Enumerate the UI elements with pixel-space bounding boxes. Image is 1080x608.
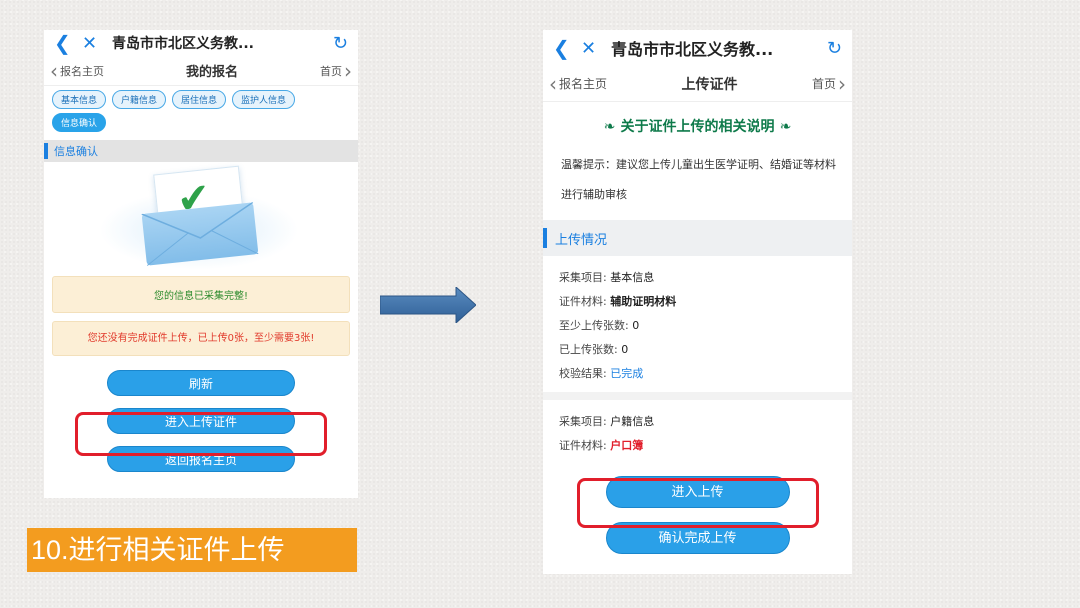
back-arrow-icon[interactable]: ❮ [54, 31, 82, 55]
tip-text: 温馨提示：建议您上传儿童出生医学证明、结婚证等材料进行辅助审核 [561, 158, 836, 201]
field-label: 证件材料: [559, 295, 607, 308]
leaf-left-icon: ❧ [603, 119, 616, 135]
nav-back-label: 报名主页 [60, 64, 104, 78]
field-value: 户籍信息 [610, 415, 655, 428]
field-label: 校验结果: [559, 367, 607, 380]
chevron-right-icon: › [343, 58, 352, 83]
nav-back-link[interactable]: ‹ 报名主页 [50, 61, 104, 81]
nav-home-link[interactable]: 首页 › [812, 74, 846, 94]
close-icon[interactable]: ✕ [581, 38, 611, 59]
refresh-icon[interactable]: ↻ [827, 38, 842, 59]
field-label: 至少上传张数: [559, 319, 629, 332]
field-label: 采集项目: [559, 271, 607, 284]
chevron-left-icon: ‹ [50, 58, 58, 83]
back-arrow-icon[interactable]: ❮ [553, 36, 581, 60]
success-notice: 您的信息已采集完整! [52, 276, 350, 313]
field-label: 采集项目: [559, 415, 607, 428]
tab-residence-info[interactable]: 居住信息 [172, 90, 227, 109]
tab-household-info[interactable]: 户籍信息 [112, 90, 167, 109]
section-marker [44, 143, 48, 159]
top-bar: ❮ ✕ 青岛市市北区义务教... ↻ [44, 30, 358, 56]
chevron-left-icon: ‹ [549, 71, 557, 96]
instructions-title: 关于证件上传的相关说明 [620, 119, 775, 135]
upload-item-basic: 采集项目: 基本信息 证件材料: 辅助证明材料 至少上传张数: 0 已上传张数:… [543, 256, 852, 392]
field-label: 证件材料: [559, 439, 607, 452]
divider [543, 392, 852, 400]
highlight-box-enter-upload [577, 478, 819, 528]
warning-notice: 您还没有完成证件上传，已上传0张，至少需要3张! [52, 321, 350, 356]
info-row: 证件材料: 辅助证明材料 [559, 290, 836, 314]
close-icon[interactable]: ✕ [82, 33, 112, 54]
upload-item-household: 采集项目: 户籍信息 证件材料: 户口簿 [543, 400, 852, 464]
upload-instructions-header: ❧ 关于证件上传的相关说明 ❧ [543, 116, 852, 142]
info-row: 证件材料: 户口簿 [559, 434, 836, 458]
section-title: 信息确认 [54, 145, 98, 158]
nav-home-link[interactable]: 首页 › [320, 61, 352, 81]
nav-bar: ‹ 报名主页 上传证件 首页 › [543, 66, 852, 102]
refresh-icon[interactable]: ↻ [333, 33, 348, 54]
tab-guardian-info[interactable]: 监护人信息 [232, 90, 296, 109]
top-bar: ❮ ✕ 青岛市市北区义务教... ↻ [543, 30, 852, 66]
step-caption: 10.进行相关证件上传 [27, 528, 357, 572]
nav-back-link[interactable]: ‹ 报名主页 [549, 74, 607, 94]
field-label: 已上传张数: [559, 343, 618, 356]
right-arrow-icon [380, 287, 476, 323]
page-title: 我的报名 [185, 65, 238, 80]
info-row: 采集项目: 基本信息 [559, 266, 836, 290]
tab-basic-info[interactable]: 基本信息 [52, 90, 107, 109]
info-row: 校验结果: 已完成 [559, 362, 836, 386]
section-header: 上传情况 [543, 220, 852, 256]
field-value: 辅助证明材料 [610, 295, 677, 308]
info-row: 采集项目: 户籍信息 [559, 410, 836, 434]
status-value: 已完成 [610, 367, 644, 380]
section-title: 上传情况 [555, 232, 608, 248]
step-tabs: 基本信息 户籍信息 居住信息 监护人信息 信息确认 [44, 86, 358, 134]
chevron-right-icon: › [838, 71, 846, 96]
window-title: 青岛市市北区义务教... [112, 36, 254, 52]
tab-info-confirm[interactable]: 信息确认 [52, 113, 107, 132]
nav-back-label: 报名主页 [559, 77, 608, 91]
field-value: 户口簿 [610, 439, 644, 452]
field-value: 0 [632, 319, 640, 332]
nav-home-label: 首页 [811, 77, 836, 91]
nav-home-label: 首页 [319, 64, 342, 78]
nav-bar: ‹ 报名主页 我的报名 首页 › [44, 56, 358, 86]
section-header: 信息确认 [44, 140, 358, 162]
window-title: 青岛市市北区义务教... [611, 40, 774, 59]
field-value: 基本信息 [610, 271, 655, 284]
info-row: 已上传张数: 0 [559, 338, 836, 362]
info-row: 至少上传张数: 0 [559, 314, 836, 338]
leaf-right-icon: ❧ [779, 119, 792, 135]
refresh-button[interactable]: 刷新 [107, 370, 295, 396]
highlight-box-upload [75, 412, 327, 456]
field-value: 0 [621, 343, 629, 356]
section-marker [543, 228, 547, 248]
page-title: 上传证件 [681, 76, 738, 93]
envelope-illustration: ✔ [44, 165, 358, 270]
